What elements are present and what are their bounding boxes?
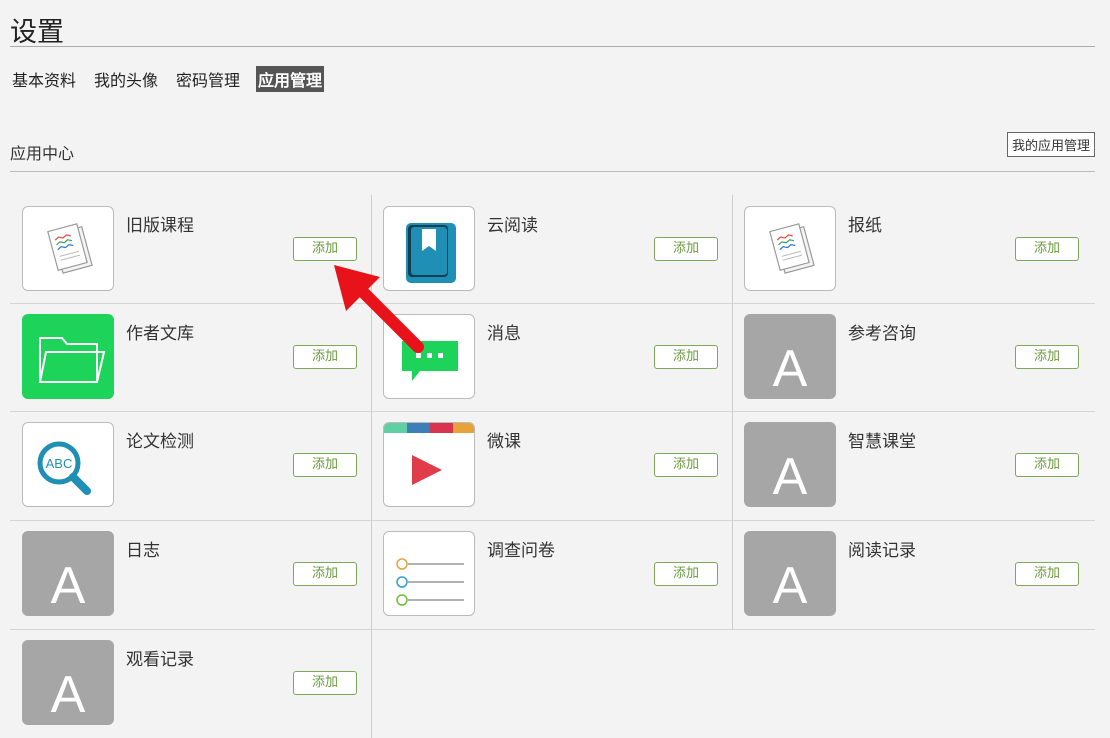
survey-list-icon[interactable] [383,531,475,616]
letter-a-icon[interactable]: A [744,531,836,616]
newspaper-icon[interactable] [744,206,836,291]
app-card-newspaper: 报纸 添加 [732,195,1093,303]
add-button[interactable]: 添加 [654,345,718,369]
add-button[interactable]: 添加 [293,237,357,261]
app-card-old-course: 旧版课程 添加 [10,195,371,303]
tab-password[interactable]: 密码管理 [174,66,242,92]
letter-a-icon[interactable]: A [22,640,114,725]
app-name: 微课 [487,432,521,452]
page-title: 设置 [10,17,64,48]
settings-subnav: 基本资料 我的头像 密码管理 应用管理 [10,66,325,92]
book-icon[interactable] [383,206,475,291]
app-card-journal: A 日志 添加 [10,520,371,628]
letter-a-icon[interactable]: A [744,314,836,399]
app-card-micro-course: 微课 添加 [371,411,732,519]
play-icon[interactable] [383,422,475,507]
app-name: 调查问卷 [487,541,555,561]
app-name: 作者文库 [126,324,194,344]
app-name: 参考咨询 [848,324,916,344]
app-name: 云阅读 [487,216,538,236]
add-button[interactable]: 添加 [293,562,357,586]
svg-text:A: A [51,666,86,724]
add-button[interactable]: 添加 [1015,345,1079,369]
app-card-author-library: 作者文库 添加 [10,303,371,411]
app-card-survey: 调查问卷 添加 [371,520,732,628]
tab-basic-info[interactable]: 基本资料 [10,66,78,92]
letter-a-icon[interactable]: A [744,422,836,507]
tab-my-avatar[interactable]: 我的头像 [92,66,160,92]
abc-magnifier-icon[interactable]: ABC [22,422,114,507]
svg-text:A: A [773,557,808,615]
svg-text:A: A [773,340,808,398]
chat-bubble-icon[interactable] [383,314,475,399]
my-app-management-button[interactable]: 我的应用管理 [1006,132,1095,157]
app-name: 日志 [126,541,160,561]
add-button[interactable]: 添加 [654,562,718,586]
add-button[interactable]: 添加 [293,671,357,695]
add-button[interactable]: 添加 [1015,237,1079,261]
folder-icon[interactable] [22,314,114,399]
app-card-reading-history: A 阅读记录 添加 [732,520,1093,628]
app-name: 阅读记录 [848,541,916,561]
svg-text:A: A [773,448,808,506]
app-name: 论文检测 [126,432,194,452]
app-card-smart-classroom: A 智慧课堂 添加 [732,411,1093,519]
letter-a-icon[interactable]: A [22,531,114,616]
add-button[interactable]: 添加 [1015,453,1079,477]
app-name: 消息 [487,324,521,344]
app-card-messages: 消息 添加 [371,303,732,411]
add-button[interactable]: 添加 [293,345,357,369]
app-name: 智慧课堂 [848,432,916,452]
svg-text:ABC: ABC [46,456,73,471]
app-card-plagiarism-check: ABC 论文检测 添加 [10,411,371,519]
section-divider [10,171,1095,172]
svg-text:A: A [51,557,86,615]
app-card-viewing-history: A 观看记录 添加 [10,629,371,737]
add-button[interactable]: 添加 [654,237,718,261]
newspaper-icon[interactable] [22,206,114,291]
app-name: 报纸 [848,216,882,236]
tab-app-management[interactable]: 应用管理 [256,66,325,92]
app-name: 旧版课程 [126,216,194,236]
add-button[interactable]: 添加 [293,453,357,477]
add-button[interactable]: 添加 [1015,562,1079,586]
app-name: 观看记录 [126,650,194,670]
title-divider [10,46,1095,47]
add-button[interactable]: 添加 [654,453,718,477]
section-title: 应用中心 [10,144,75,163]
app-card-reference-consulting: A 参考咨询 添加 [732,303,1093,411]
app-card-cloud-reading: 云阅读 添加 [371,195,732,303]
